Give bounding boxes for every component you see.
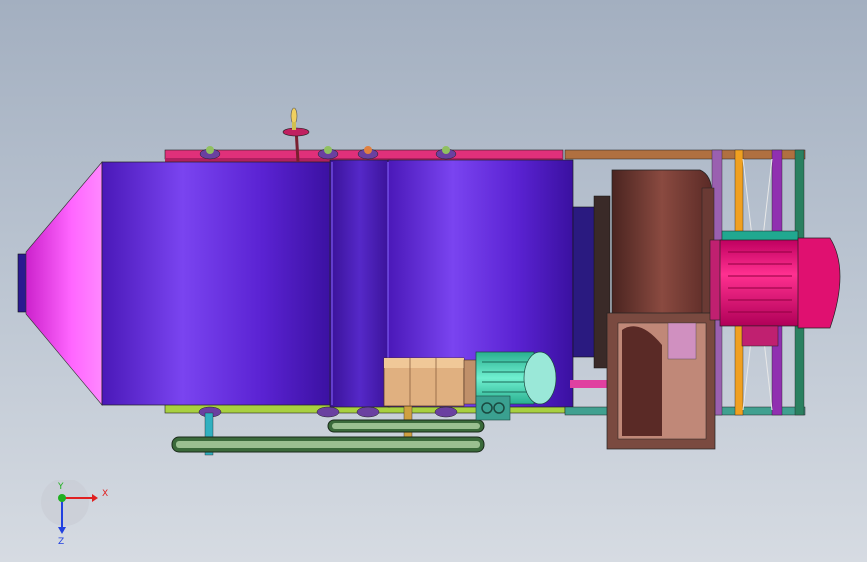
- drive-chain[interactable]: [171, 419, 485, 453]
- x-axis-label: X: [102, 489, 108, 499]
- z-axis-label: Z: [58, 537, 64, 547]
- fan-outlet[interactable]: [606, 312, 716, 450]
- cad-viewport[interactable]: X Y Z: [0, 0, 867, 562]
- gear-reducer[interactable]: [383, 357, 477, 407]
- chamber-body-left[interactable]: [101, 161, 333, 406]
- fan-impeller-housing[interactable]: [611, 169, 715, 321]
- coordinate-triad: X Y Z: [41, 480, 108, 547]
- chamber-body-middle[interactable]: [329, 159, 391, 408]
- inlet-hood[interactable]: [25, 161, 103, 406]
- y-axis-dot: [58, 494, 66, 502]
- 3d-model-view[interactable]: [0, 0, 867, 562]
- fan-inlet-ring: [572, 206, 596, 358]
- y-axis-label: Y: [57, 482, 64, 492]
- main-motor[interactable]: [709, 230, 841, 347]
